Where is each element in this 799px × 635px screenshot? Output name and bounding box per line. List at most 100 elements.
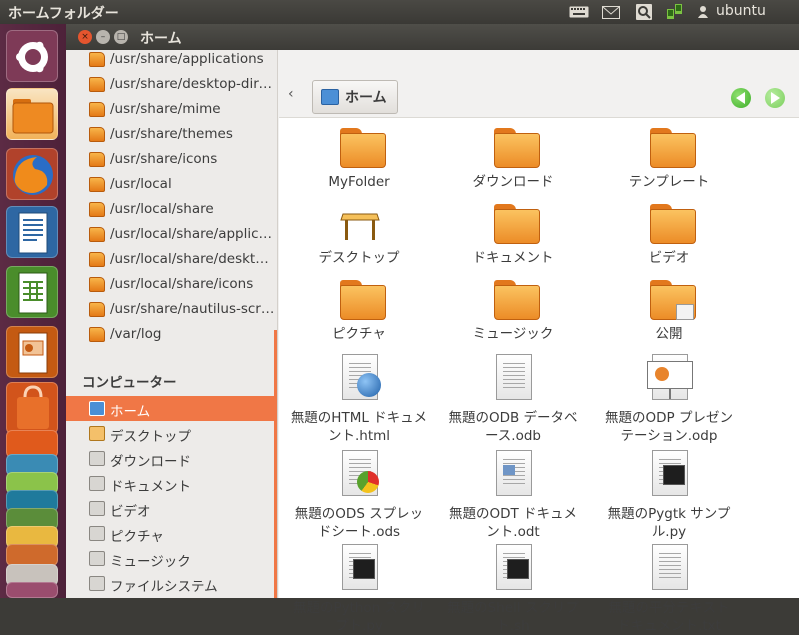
- document-icon: [342, 450, 379, 496]
- sidebar-place[interactable]: ファイルシステム: [66, 571, 277, 596]
- file-item[interactable]: 無題のPygtk サンプ ル.py: [594, 448, 744, 540]
- document-icon: [342, 544, 378, 590]
- breadcrumb-home[interactable]: ホーム: [312, 80, 398, 114]
- folder-icon: [89, 77, 105, 92]
- folder-icon: [89, 127, 105, 142]
- folder-icon: [494, 280, 540, 320]
- file-item[interactable]: ビデオ: [594, 202, 744, 282]
- launcher-firefox-button[interactable]: [6, 148, 58, 200]
- file-label: 無題のShell スクリプ: [447, 600, 579, 616]
- file-label: ビデオ: [648, 250, 690, 266]
- document-icon: [496, 354, 532, 400]
- launcher-writer-button[interactable]: [6, 206, 58, 258]
- sidebar-place[interactable]: ピクチャ: [66, 521, 277, 546]
- forward-button[interactable]: [765, 88, 785, 108]
- sidebar-place[interactable]: ドキュメント: [66, 471, 277, 496]
- sidebar-place-label: ミュージック: [110, 554, 191, 570]
- file-item[interactable]: デスクトップ: [284, 202, 434, 282]
- folder-icon: [89, 302, 105, 317]
- sidebar-bookmark-label: /usr/local/share/icons: [110, 276, 254, 292]
- file-item[interactable]: ドキュメント: [438, 202, 588, 282]
- file-label-line2: ドシート.ods: [317, 524, 401, 540]
- launcher-impress-button[interactable]: [6, 326, 58, 378]
- mail-icon[interactable]: [600, 3, 622, 21]
- sidebar-bookmark-label: /usr/local/share/desktop-directories: [110, 251, 276, 267]
- file-item[interactable]: ダウンロード: [438, 126, 588, 206]
- file-item[interactable]: ミュージック: [438, 278, 588, 358]
- file-label: ドキュメント: [472, 250, 554, 266]
- close-button[interactable]: ×: [78, 30, 92, 44]
- file-item[interactable]: 無題のODB データベ ース.odb: [438, 352, 588, 444]
- user-icon[interactable]: [696, 3, 710, 21]
- sidebar-bookmark[interactable]: /var/log: [66, 322, 277, 347]
- folder-icon: [340, 128, 386, 168]
- sidebar-bookmark-label: /usr/share/applications: [110, 51, 264, 67]
- file-item[interactable]: 無題の平分テキスト ドキュメント.txt: [594, 542, 744, 634]
- desktop-icon: [89, 426, 105, 441]
- sidebar-scrollbar[interactable]: [274, 330, 277, 598]
- sidebar-bookmark-label: /usr/share/desktop-directories: [110, 76, 276, 92]
- sidebar-place[interactable]: ダウンロード: [66, 446, 277, 471]
- file-label: 無題のODB データベ: [448, 410, 578, 426]
- sidebar-bookmark[interactable]: /usr/local/share/icons: [66, 272, 277, 297]
- file-item[interactable]: ピクチャ: [284, 278, 434, 358]
- launcher-files-button[interactable]: [6, 88, 58, 140]
- sidebar-bookmark[interactable]: /usr/local/share: [66, 197, 277, 222]
- file-item[interactable]: 無題のODT ドキュメ ント.odt: [438, 448, 588, 540]
- sidebar-bookmark[interactable]: /usr/local/share/applications: [66, 222, 277, 247]
- file-item[interactable]: 公開: [594, 278, 744, 358]
- sidebar-bookmark[interactable]: /usr/share/themes: [66, 122, 277, 147]
- folder-icon: [89, 52, 105, 67]
- sidebar-bookmark[interactable]: /usr/local/share/desktop-directories: [66, 247, 277, 272]
- sidebar-place[interactable]: デスクトップ: [66, 421, 277, 446]
- launcher-software-center-button[interactable]: [6, 382, 58, 434]
- file-item[interactable]: 無題のHTML ドキュメ ント.html: [284, 352, 434, 444]
- folder-icon: [89, 252, 105, 267]
- breadcrumb-scroll-left[interactable]: ‹: [288, 86, 294, 102]
- file-label: ダウンロード: [472, 174, 554, 190]
- sidebar-place[interactable]: ホーム: [66, 396, 277, 421]
- sidebar-bookmark-label: /usr/share/nautilus-scripts: [110, 301, 276, 317]
- file-item[interactable]: 無題のODS スプレッ ドシート.ods: [284, 448, 434, 540]
- sidebar-bookmark-label: /usr/local/share: [110, 201, 214, 217]
- file-label-line2: プト.py: [335, 618, 383, 634]
- file-item[interactable]: テンプレート: [594, 126, 744, 206]
- sidebar-place[interactable]: ビデオ: [66, 496, 277, 521]
- launcher-stack-item[interactable]: [6, 544, 58, 566]
- file-label: デスクトップ: [318, 250, 400, 266]
- maximize-button[interactable]: □: [114, 30, 128, 44]
- user-name[interactable]: ubuntu: [716, 3, 766, 19]
- launcher-stack-item[interactable]: [6, 582, 58, 598]
- back-button[interactable]: [731, 88, 751, 108]
- window-titlebar[interactable]: × – □ ホーム: [66, 24, 799, 50]
- folder-icon: [89, 152, 105, 167]
- file-label: ミュージック: [472, 326, 554, 342]
- folder-icon: [12, 99, 54, 134]
- folder-icon: [494, 204, 540, 244]
- app-title: ホームフォルダー: [8, 6, 119, 22]
- documents-folder-icon: [89, 476, 105, 491]
- sidebar-place-label: ビデオ: [110, 504, 151, 520]
- sidebar-bookmark[interactable]: /usr/share/mime: [66, 97, 277, 122]
- minimize-button[interactable]: –: [96, 30, 110, 44]
- network-icon[interactable]: [664, 3, 686, 21]
- file-item[interactable]: 無題のShell スクリプ ト.sh: [438, 542, 588, 634]
- sidebar-bookmark-label: /usr/share/icons: [110, 151, 218, 167]
- sidebar-bookmark[interactable]: /usr/share/icons: [66, 147, 277, 172]
- file-item[interactable]: 無題のODP プレゼン テーション.odp: [594, 352, 744, 444]
- dash-home-button[interactable]: [6, 30, 58, 82]
- sidebar-place-label: ダウンロード: [110, 454, 191, 470]
- keyboard-icon[interactable]: [568, 3, 590, 21]
- search-icon[interactable]: [634, 3, 654, 21]
- location-toolbar: ‹ ホーム: [279, 50, 799, 118]
- launcher-calc-button[interactable]: [6, 266, 58, 318]
- sidebar-bookmark[interactable]: /usr/local: [66, 172, 277, 197]
- file-label: 無題の平分テキスト: [608, 600, 730, 616]
- sidebar-bookmark[interactable]: /usr/share/applications: [66, 50, 277, 72]
- file-item[interactable]: 無題のPython スクリ プト.py: [284, 542, 434, 634]
- file-item[interactable]: MyFolder: [284, 126, 434, 206]
- sidebar-bookmark[interactable]: /usr/share/nautilus-scripts: [66, 297, 277, 322]
- file-label: 無題のODS スプレッ: [294, 506, 424, 522]
- sidebar-bookmark[interactable]: /usr/share/desktop-directories: [66, 72, 277, 97]
- sidebar-place[interactable]: ミュージック: [66, 546, 277, 571]
